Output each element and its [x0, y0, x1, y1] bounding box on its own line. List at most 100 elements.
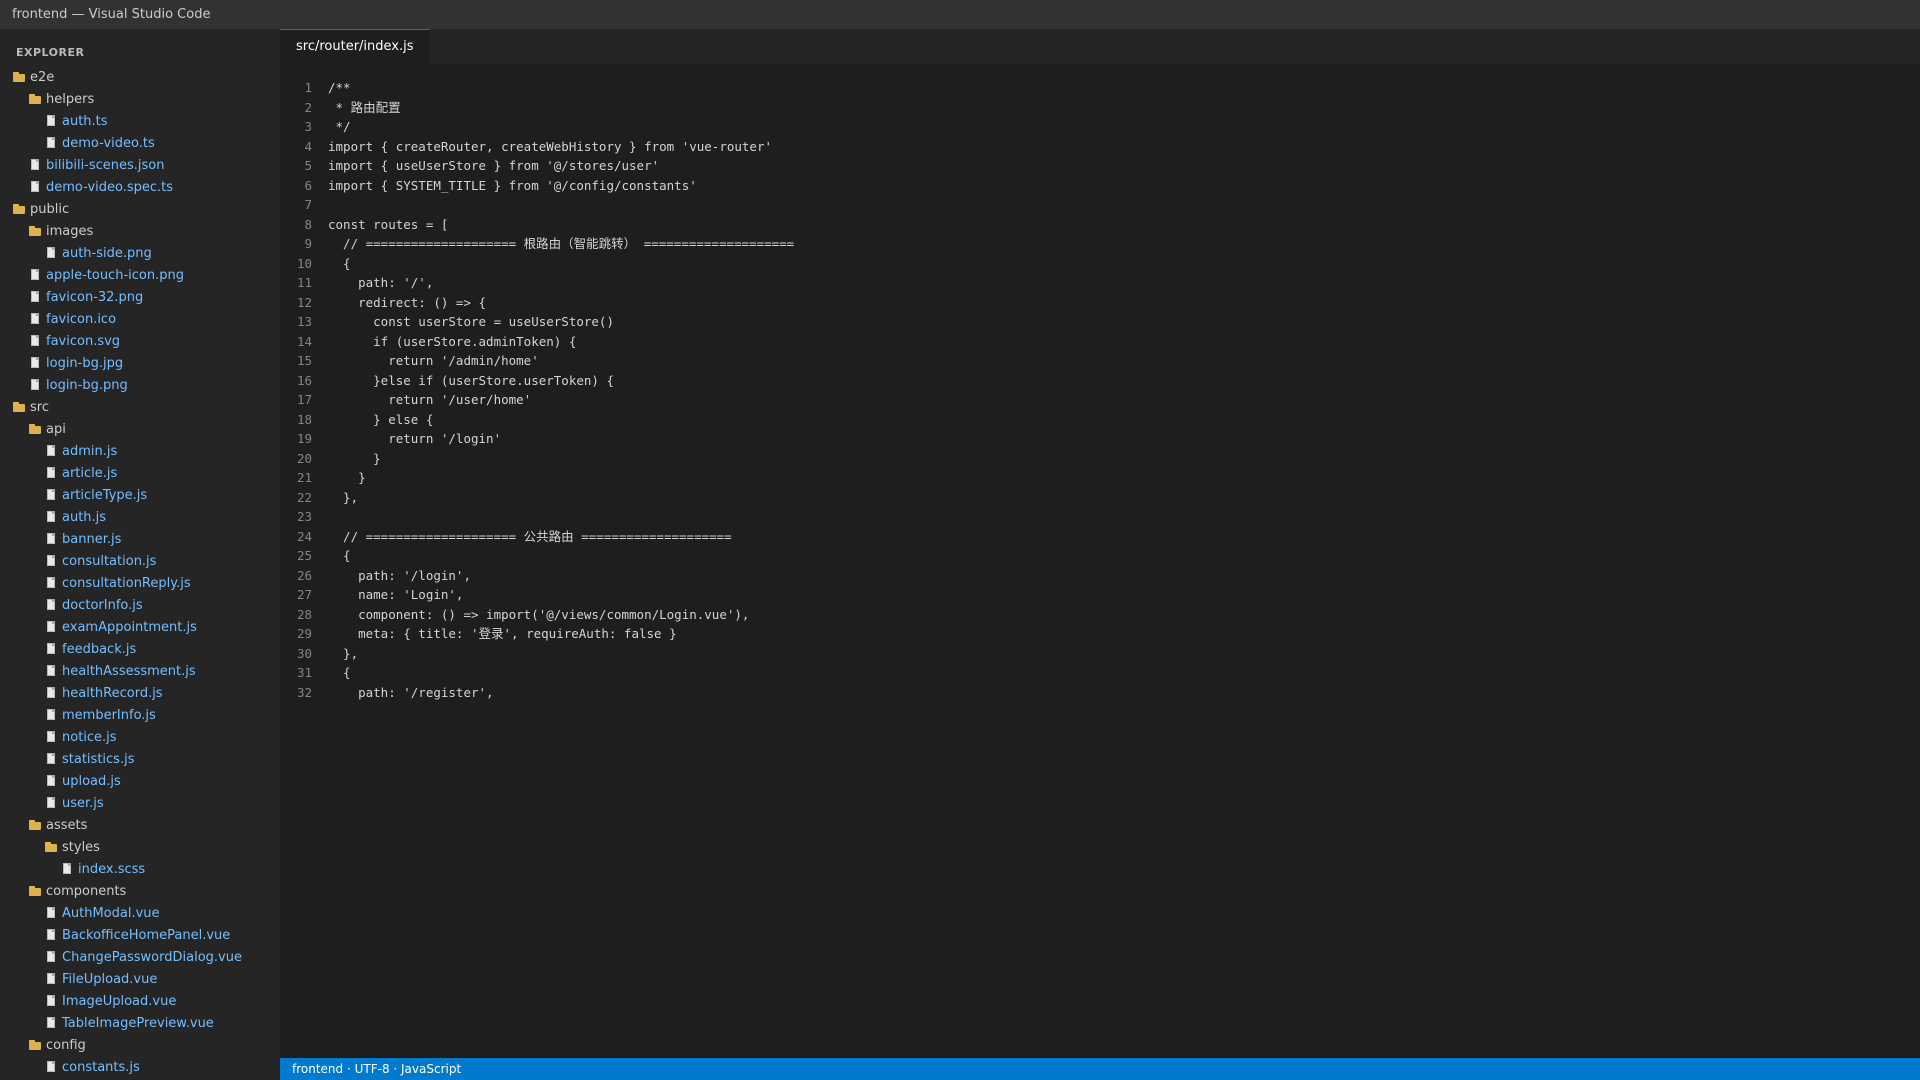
line-text: const routes = [	[328, 216, 449, 232]
tree-file[interactable]: index.scss	[0, 858, 280, 880]
line-text: component: () => import('@/views/common/…	[328, 606, 750, 622]
line-number: 28	[296, 606, 312, 622]
code-line: 13 const userStore = useUserStore()	[280, 312, 1920, 332]
tree-file[interactable]: notice.js	[0, 726, 280, 748]
tree-folder[interactable]: e2e	[0, 66, 280, 88]
tree-file[interactable]: auth-side.png	[0, 242, 280, 264]
line-number: 26	[296, 567, 312, 583]
file-icon	[44, 708, 58, 722]
tree-file[interactable]: BackofficeHomePanel.vue	[0, 924, 280, 946]
tree-item-label: assets	[46, 817, 88, 833]
file-icon	[44, 466, 58, 480]
tree-file[interactable]: demo-video.ts	[0, 132, 280, 154]
file-icon	[44, 510, 58, 524]
tree-file[interactable]: favicon.ico	[0, 308, 280, 330]
tree-folder[interactable]: images	[0, 220, 280, 242]
tree-file[interactable]: favicon-32.png	[0, 286, 280, 308]
tree-file[interactable]: memberInfo.js	[0, 704, 280, 726]
code-line: 20 }	[280, 449, 1920, 469]
code-line: 32 path: '/register',	[280, 683, 1920, 703]
file-icon	[28, 334, 42, 348]
line-number: 30	[296, 645, 312, 661]
tree-file[interactable]: examAppointment.js	[0, 616, 280, 638]
tree-folder[interactable]: public	[0, 198, 280, 220]
line-text: },	[328, 489, 359, 505]
tree-item-label: api	[46, 421, 66, 437]
code-line: 21 }	[280, 468, 1920, 488]
tree-file[interactable]: upload.js	[0, 770, 280, 792]
line-number: 2	[304, 99, 312, 115]
code-line: 19 return '/login'	[280, 429, 1920, 449]
tree-file[interactable]: auth.ts	[0, 110, 280, 132]
tree-file[interactable]: constants.js	[0, 1056, 280, 1078]
tree-file[interactable]: FileUpload.vue	[0, 968, 280, 990]
tree-file[interactable]: login-bg.jpg	[0, 352, 280, 374]
tree-folder[interactable]: src	[0, 396, 280, 418]
file-icon	[44, 664, 58, 678]
tree-file[interactable]: user.js	[0, 792, 280, 814]
tree-file[interactable]: apple-touch-icon.png	[0, 264, 280, 286]
line-text: import { createRouter, createWebHistory …	[328, 138, 773, 154]
tree-folder[interactable]: assets	[0, 814, 280, 836]
tree-folder[interactable]: helpers	[0, 88, 280, 110]
tree-file[interactable]: bilibili-scenes.json	[0, 154, 280, 176]
line-number: 14	[296, 333, 312, 349]
tree-item-label: public	[30, 201, 70, 217]
tree-folder[interactable]: api	[0, 418, 280, 440]
code-line: 28 component: () => import('@/views/comm…	[280, 605, 1920, 625]
file-icon	[44, 972, 58, 986]
file-icon	[44, 136, 58, 150]
tree-file[interactable]: login-bg.png	[0, 374, 280, 396]
line-text: /**	[328, 80, 351, 95]
tree-item-label: consultationReply.js	[62, 575, 191, 591]
line-number: 18	[296, 411, 312, 427]
line-number: 10	[296, 255, 312, 271]
tree-file[interactable]: ImageUpload.vue	[0, 990, 280, 1012]
tree-file[interactable]: feedback.js	[0, 638, 280, 660]
tree-file[interactable]: article.js	[0, 462, 280, 484]
tree-file[interactable]: ChangePasswordDialog.vue	[0, 946, 280, 968]
file-icon	[44, 114, 58, 128]
line-number: 11	[296, 275, 312, 290]
status-bar: frontend · UTF-8 · JavaScript	[280, 1058, 1920, 1080]
tree-file[interactable]: favicon.svg	[0, 330, 280, 352]
tree-item-label: src	[30, 399, 49, 415]
line-number: 24	[296, 528, 312, 544]
tree-file[interactable]: doctorInfo.js	[0, 594, 280, 616]
code-line: 10 {	[280, 254, 1920, 274]
line-number: 12	[296, 294, 312, 310]
tree-file[interactable]: consultationReply.js	[0, 572, 280, 594]
tree-file[interactable]: articleType.js	[0, 484, 280, 506]
tree-folder[interactable]: styles	[0, 836, 280, 858]
folder-icon	[12, 70, 26, 84]
line-number: 21	[296, 470, 312, 485]
tree-file[interactable]: consultation.js	[0, 550, 280, 572]
line-number: 17	[296, 392, 312, 407]
tab-router-index[interactable]: src/router/index.js	[280, 29, 430, 64]
tree-file[interactable]: TableImagePreview.vue	[0, 1012, 280, 1034]
tree-file[interactable]: AuthModal.vue	[0, 902, 280, 924]
tree-item-label: feedback.js	[62, 641, 137, 657]
tree-item-label: admin.js	[62, 443, 118, 459]
line-text: return '/admin/home'	[328, 353, 539, 368]
line-number: 31	[296, 665, 312, 680]
tree-file[interactable]: admin.js	[0, 440, 280, 462]
tree-file[interactable]: auth.js	[0, 506, 280, 528]
tree-item-label: notice.js	[62, 729, 117, 745]
tree-file[interactable]: healthRecord.js	[0, 682, 280, 704]
tree-item-label: AuthModal.vue	[62, 905, 160, 921]
line-number: 16	[296, 372, 312, 388]
tree-item-label: doctorInfo.js	[62, 597, 143, 613]
tree-file[interactable]: banner.js	[0, 528, 280, 550]
file-icon	[44, 1060, 58, 1074]
code-editor[interactable]: 1/** 2 * 路由配置 3 */4 import { createRouter, …	[280, 64, 1920, 1058]
tree-item-label: login-bg.png	[46, 377, 128, 393]
tree-file[interactable]: healthAssessment.js	[0, 660, 280, 682]
file-icon	[28, 312, 42, 326]
tree-file[interactable]: statistics.js	[0, 748, 280, 770]
tree-folder[interactable]: config	[0, 1034, 280, 1056]
file-icon	[44, 994, 58, 1008]
tree-file[interactable]: demo-video.spec.ts	[0, 176, 280, 198]
tree-folder[interactable]: components	[0, 880, 280, 902]
folder-icon	[12, 400, 26, 414]
